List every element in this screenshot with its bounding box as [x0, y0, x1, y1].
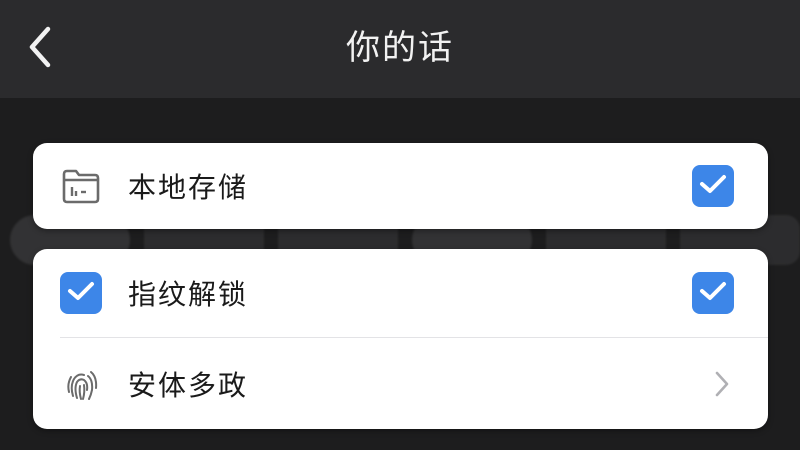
fingerprint-enable-checkbox[interactable]: [60, 272, 102, 314]
settings-screen: 你的话 本地存储 指纹解锁 安体多政: [0, 0, 800, 450]
fingerprint-unlock-label: 指纹解锁: [128, 278, 249, 311]
page-title: 你的话: [346, 28, 454, 68]
folder-icon: [58, 163, 104, 209]
fingerprint-unlock-row[interactable]: 指纹解锁: [33, 249, 768, 337]
security-policy-row[interactable]: 安体多政: [33, 338, 768, 429]
check-icon: [699, 280, 727, 306]
storage-card: 本地存储: [33, 143, 768, 229]
storage-checkbox[interactable]: [692, 165, 734, 207]
chevron-right-icon: [710, 368, 734, 400]
security-policy-label: 安体多政: [128, 368, 249, 402]
check-icon: [699, 173, 727, 199]
fingerprint-unlock-checkbox[interactable]: [692, 272, 734, 314]
storage-label: 本地存储: [128, 171, 249, 204]
security-card: 指纹解锁 安体多政: [33, 249, 768, 429]
storage-row[interactable]: 本地存储: [33, 143, 768, 229]
top-navigation-bar: 你的话: [0, 0, 800, 98]
fingerprint-icon: [58, 361, 104, 407]
check-icon: [67, 280, 95, 306]
